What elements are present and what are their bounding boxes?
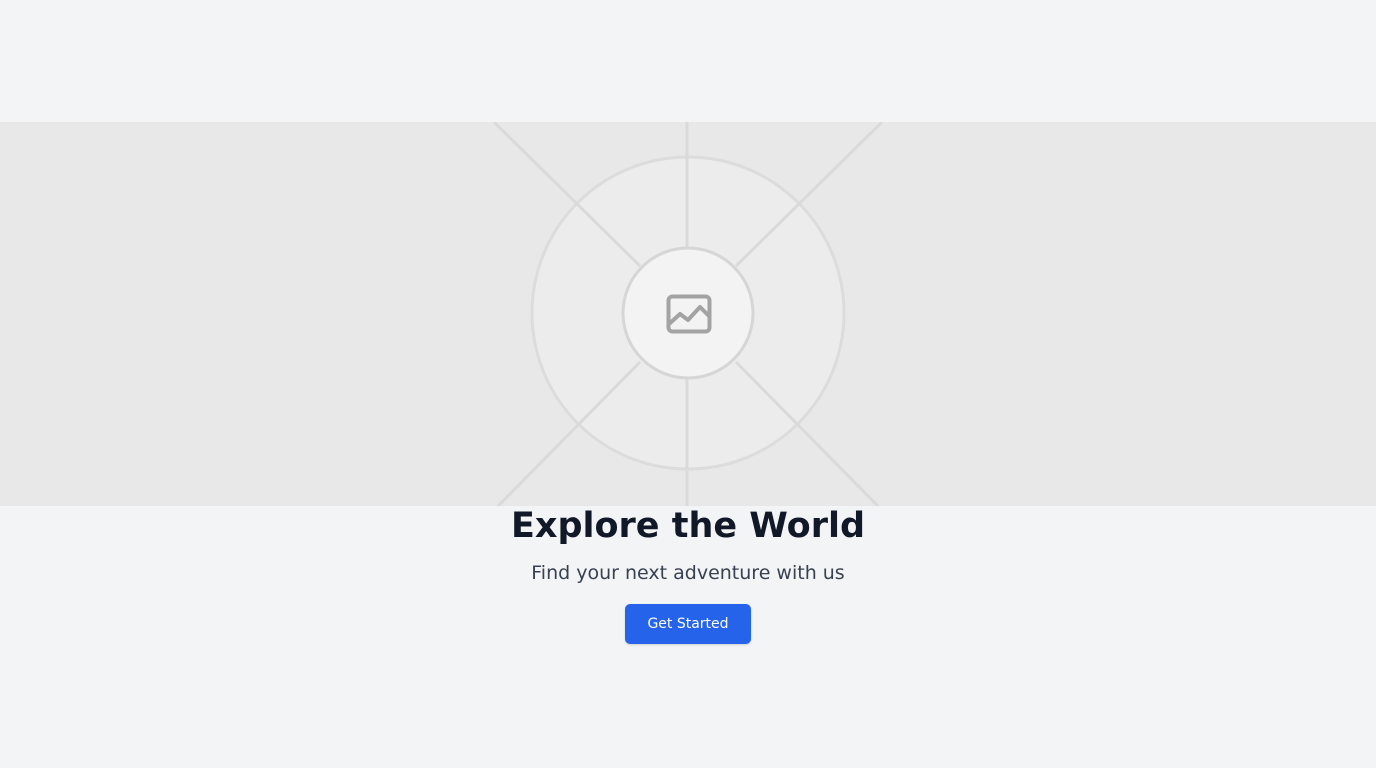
hero-content: Explore the World Find your next adventu… [0,505,1376,644]
hero-title: Explore the World [510,506,866,546]
hero-subtitle: Find your next adventure with us [531,562,845,584]
hero-image-placeholder [0,122,1376,506]
get-started-button[interactable]: Get Started [625,604,751,644]
image-placeholder-icon [666,294,712,334]
